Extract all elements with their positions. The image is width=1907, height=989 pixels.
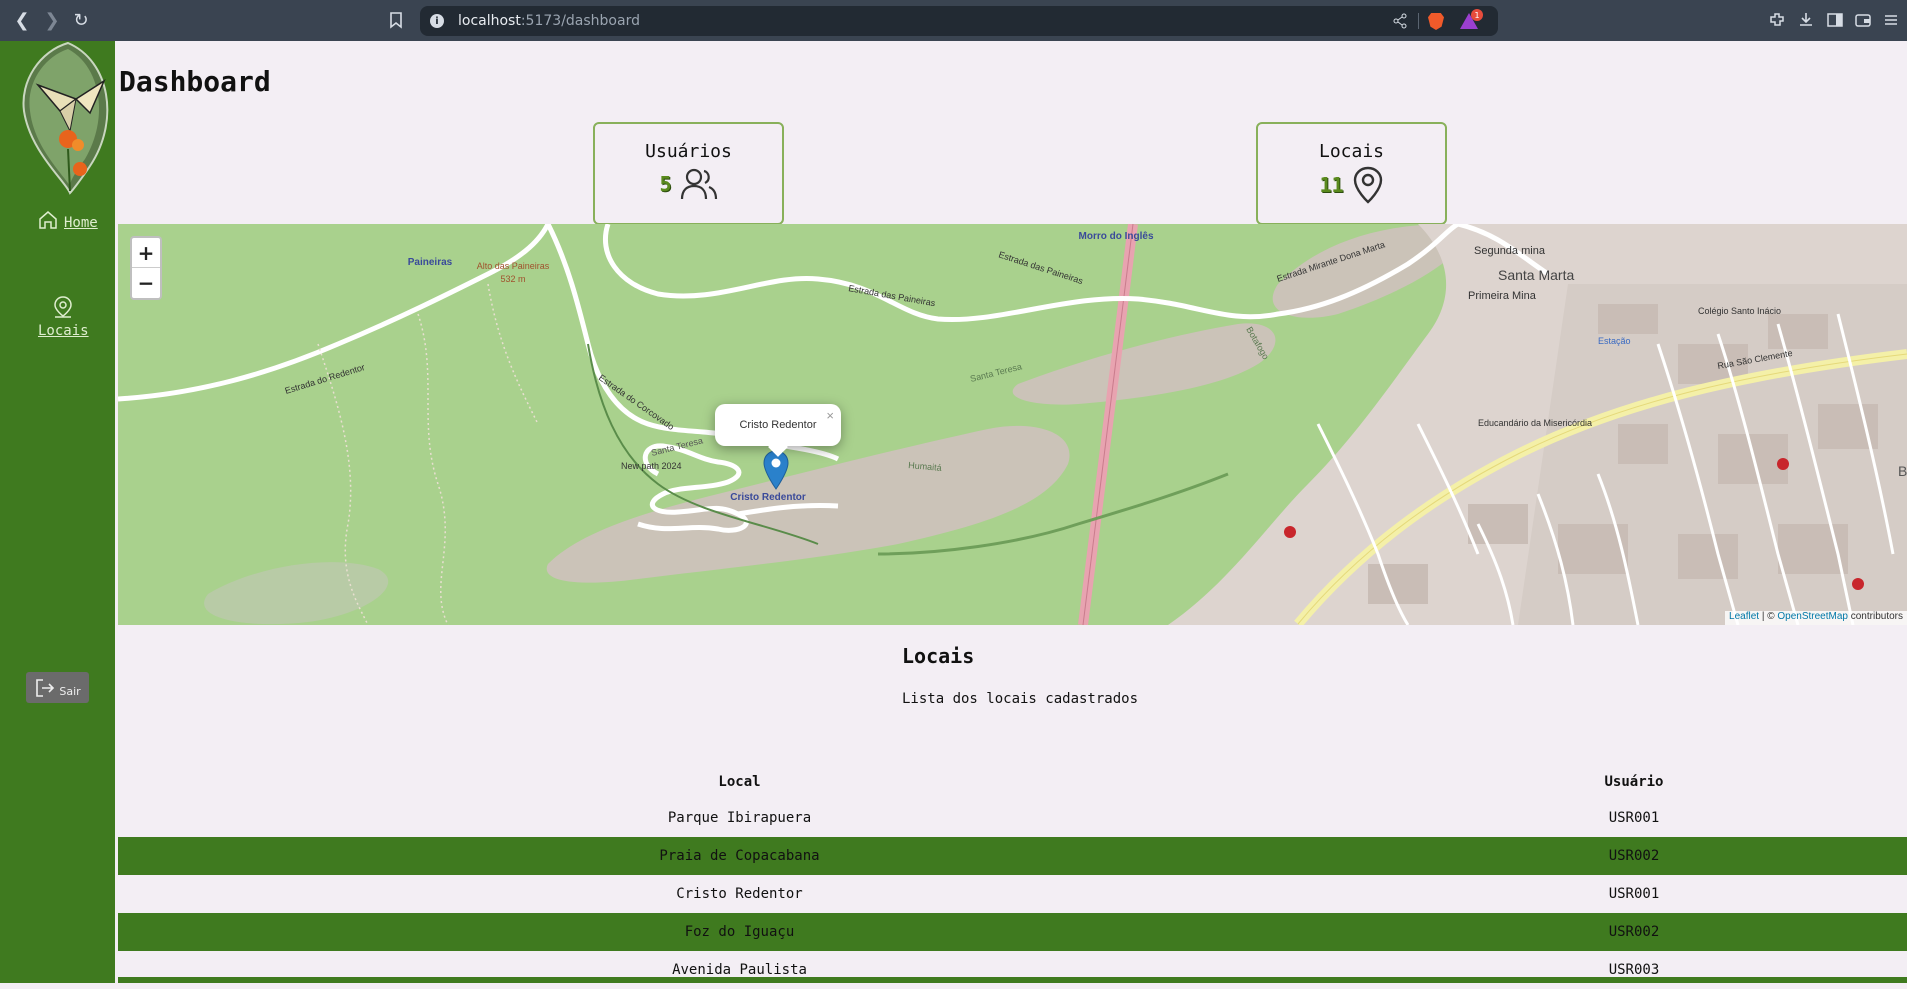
section-title: Locais xyxy=(902,644,975,668)
places-stat-card: Locais 11 xyxy=(1256,122,1447,225)
wallet-icon[interactable] xyxy=(1854,11,1872,29)
page-title: Dashboard xyxy=(119,65,271,98)
reload-icon[interactable]: ↻ xyxy=(70,9,92,31)
map-tiles: Estrada do Redentor Estrada do Corcovado… xyxy=(118,224,1907,625)
table-header: Local Usuário xyxy=(118,747,1907,799)
notification-badge: 1 xyxy=(1471,9,1483,21)
map-marker-icon[interactable] xyxy=(763,450,789,490)
zoom-in-button[interactable]: + xyxy=(132,238,160,268)
map-attribution: Leaflet | © OpenStreetMap contributors xyxy=(1725,611,1907,625)
map-label: Alto das Paineiras xyxy=(477,261,550,271)
butterfly-flower-logo xyxy=(22,41,109,195)
table-cell-user: USR001 xyxy=(1608,810,1660,826)
bookmark-icon[interactable] xyxy=(386,10,406,30)
table-cell-local: Avenida Paulista xyxy=(672,962,807,978)
exit-button[interactable]: Sair xyxy=(26,672,89,703)
map-label: Primeira Mina xyxy=(1468,290,1537,302)
hospital-icon xyxy=(1777,458,1789,470)
map-label: Colégio Santo Inácio xyxy=(1698,306,1781,316)
popup-close-icon[interactable]: × xyxy=(826,408,834,423)
table-cell-local: Parque Ibirapuera xyxy=(667,810,812,826)
table-row: Cristo Redentor USR001 xyxy=(118,875,1907,913)
table-bottom-border xyxy=(118,977,1907,983)
popup-text: Cristo Redentor xyxy=(739,419,817,431)
back-icon[interactable]: ❮ xyxy=(11,9,33,31)
menu-icon[interactable] xyxy=(1882,11,1900,29)
sidebar-item-locais[interactable]: Locais xyxy=(38,295,89,339)
main-content: Dashboard Usuários 5 Locais 11 Estrada d… xyxy=(115,41,1907,983)
map-pin-icon xyxy=(54,296,73,318)
map-popup: Cristo Redentor × xyxy=(715,404,841,457)
places-stat-label: Locais xyxy=(1318,141,1385,162)
places-table: Local Usuário Parque Ibirapuera USR001 P… xyxy=(118,747,1907,989)
map-pin-icon xyxy=(1353,166,1382,204)
sidebar-item-label: Locais xyxy=(38,323,89,339)
users-icon xyxy=(680,168,717,200)
users-stat-label: Usuários xyxy=(645,141,732,162)
map-label: Paineiras xyxy=(408,257,453,268)
places-stat-value: 11 xyxy=(1319,173,1344,197)
map[interactable]: Estrada do Redentor Estrada do Corcovado… xyxy=(118,224,1907,625)
users-stat-card: Usuários 5 xyxy=(593,122,784,225)
table-row: Avenida Paulista USR003 xyxy=(118,951,1907,989)
map-label: Estação xyxy=(1598,336,1631,346)
sidebar: Home Locais Sair xyxy=(0,41,115,983)
hospital-icon xyxy=(1284,526,1296,538)
browser-toolbar: ❮ ❯ ↻ i localhost:5173/dashboard 1 xyxy=(0,0,1907,41)
map-label: 532 m xyxy=(500,274,525,284)
table-cell-user: USR003 xyxy=(1608,962,1660,978)
map-label: Educandário da Misericórdia xyxy=(1478,418,1592,428)
url-divider xyxy=(1418,13,1419,29)
extensions-icon[interactable] xyxy=(1768,11,1786,29)
table-row: Foz do Iguaçu USR002 xyxy=(118,913,1907,951)
map-label: Cristo Redentor xyxy=(730,492,806,503)
share-icon[interactable] xyxy=(1392,13,1408,29)
site-info-icon[interactable]: i xyxy=(430,14,444,28)
exit-label: Sair xyxy=(59,685,81,698)
map-label: New path 2024 xyxy=(621,461,682,471)
table-cell-local: Cristo Redentor xyxy=(676,886,803,902)
leaflet-link[interactable]: Leaflet xyxy=(1729,611,1759,622)
map-label: Morro do Inglês xyxy=(1079,231,1154,242)
sidebar-item-home[interactable]: Home xyxy=(38,209,98,231)
section-subtitle: Lista dos locais cadastrados xyxy=(902,691,1139,707)
table-cell-user: USR002 xyxy=(1608,924,1660,940)
table-cell-user: USR001 xyxy=(1608,886,1660,902)
zoom-control: + − xyxy=(130,236,162,300)
osm-link[interactable]: OpenStreetMap xyxy=(1777,611,1848,622)
logout-icon xyxy=(36,678,55,697)
sidebar-item-label: Home xyxy=(64,215,98,231)
table-row: Praia de Copacabana USR002 xyxy=(118,837,1907,875)
map-label: Botafogo xyxy=(1898,463,1907,479)
table-cell-local: Praia de Copacabana xyxy=(659,848,820,864)
column-header-user: Usuário xyxy=(1604,774,1664,790)
column-header-local: Local xyxy=(718,774,761,790)
home-icon xyxy=(39,211,57,229)
map-label: Segunda mina xyxy=(1474,245,1546,257)
table-cell-local: Foz do Iguaçu xyxy=(684,924,795,940)
table-cell-user: USR002 xyxy=(1608,848,1660,864)
brave-shields-icon[interactable] xyxy=(1428,13,1444,30)
users-stat-value: 5 xyxy=(659,172,672,196)
table-row: Parque Ibirapuera USR001 xyxy=(118,799,1907,837)
address-bar[interactable]: i localhost:5173/dashboard 1 xyxy=(420,6,1498,36)
sidebar-toggle-icon[interactable] xyxy=(1826,11,1844,29)
hospital-icon xyxy=(1852,578,1864,590)
zoom-out-button[interactable]: − xyxy=(132,268,160,298)
map-label: Santa Marta xyxy=(1498,267,1574,283)
forward-icon[interactable]: ❯ xyxy=(41,9,63,31)
url-text: localhost:5173/dashboard xyxy=(458,13,640,29)
download-icon[interactable] xyxy=(1797,11,1815,29)
